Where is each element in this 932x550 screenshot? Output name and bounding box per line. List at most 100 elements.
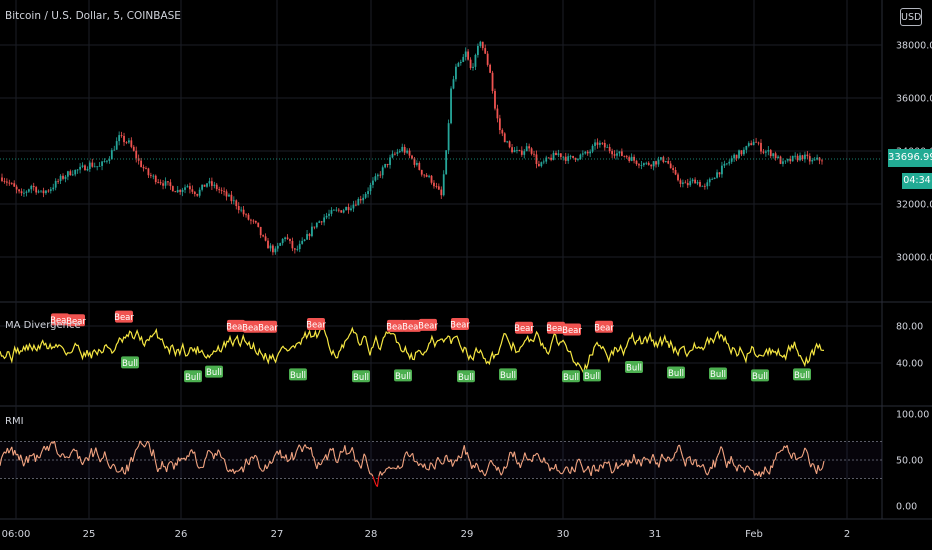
bull-signal-label: Bull [121,356,139,369]
candle-body [577,158,579,160]
svg-text:Bull: Bull [668,369,684,379]
candle-body [333,209,335,211]
candle-body [757,142,760,144]
chart-canvas[interactable]: 38000.0036000.0034000.0032000.0030000.00… [0,0,932,550]
bull-signal-label: Bull [583,369,601,382]
svg-text:Bear: Bear [114,313,134,323]
candle-body [411,155,413,159]
rmi-line-segment [536,452,539,455]
candle-body [186,186,189,188]
rmi-label[interactable]: RMI [5,416,24,427]
candle-body [513,150,516,153]
candle-body [547,157,550,159]
candle-body [18,189,20,192]
candle-body [501,130,504,134]
candle-body [620,151,623,156]
candle-body [589,151,592,154]
candle-body [760,142,762,152]
candle-body [689,181,692,186]
currency-button[interactable]: USD [900,8,922,26]
candle-body [391,153,394,158]
candle-body [398,151,401,153]
candle-body [562,156,565,158]
candle-body [215,184,218,190]
bear-signal-label: Bear [258,320,278,333]
candle-body [113,149,116,151]
candle-body [198,189,201,196]
rmi-line-segment [663,457,666,460]
candle-body [176,190,179,193]
candle-body [8,182,11,184]
candle-body [450,88,452,124]
candle-body [813,159,816,161]
candle-body [223,190,225,192]
candle-body [701,185,704,187]
candle-body [716,172,718,178]
candle-body [779,156,782,164]
bull-signal-label: Bull [751,369,769,382]
candle-body [503,133,506,143]
candle-body [337,209,340,211]
candle-body [3,180,6,182]
svg-text:Bull: Bull [290,371,306,381]
candle-body [250,219,252,221]
candle-body [442,174,445,196]
candle-body [140,160,143,167]
candle-body [445,150,448,175]
candle-body [447,123,450,151]
time-axis-label: 25 [83,529,96,540]
candle-body [425,175,428,177]
candle-body [293,248,296,250]
rmi-line-segment [117,471,120,473]
rmi-line-segment [319,463,322,466]
candle-body [498,118,501,131]
svg-text:Bull: Bull [794,371,810,381]
candle-body [25,191,28,193]
bull-signal-label: Bull [457,370,475,383]
candle-body [677,174,679,181]
ma-divergence-label[interactable]: MA Divergence [5,320,81,331]
candle-body [694,179,696,184]
candle-body [718,172,721,175]
candle-body [743,149,745,155]
candle-body [206,183,208,187]
candle-body [420,169,423,175]
candle-body [245,214,247,216]
candle-body [262,235,265,237]
candle-body [784,160,787,162]
candle-body [357,199,360,206]
rmi-line-segment [390,467,393,470]
candle-body [601,142,604,144]
candle-body [782,161,784,164]
candle-body [27,189,30,192]
symbol-title[interactable]: Bitcoin / U.S. Dollar, 5, COINBASE [5,10,181,22]
candle-body [286,237,289,239]
rmi-line-segment [383,471,385,474]
svg-text:Bull: Bull [122,359,138,369]
candle-body [603,142,606,148]
candle-body [423,174,426,176]
candle-body [772,153,775,157]
candle-body [315,222,318,228]
candle-body [669,163,672,169]
candle-body [171,186,174,192]
candle-body [159,182,162,184]
candle-body [57,180,60,182]
candle-body [686,183,689,186]
candle-body [247,214,250,220]
candle-body [523,151,526,155]
candle-body [218,189,221,191]
chart-app: 38000.0036000.0034000.0032000.0030000.00… [0,0,932,550]
bear-signal-label: Bear [450,318,470,331]
time-axis-label: 29 [461,529,474,540]
candle-body [462,56,465,62]
candle-body [469,59,472,68]
candle-body [115,141,118,150]
candle-body [647,162,650,165]
candle-body [323,217,326,223]
candle-body [484,48,487,54]
candle-body [764,151,767,153]
rmi-line-segment [441,462,444,465]
svg-text:Bull: Bull [395,372,411,382]
candle-body [567,156,570,161]
